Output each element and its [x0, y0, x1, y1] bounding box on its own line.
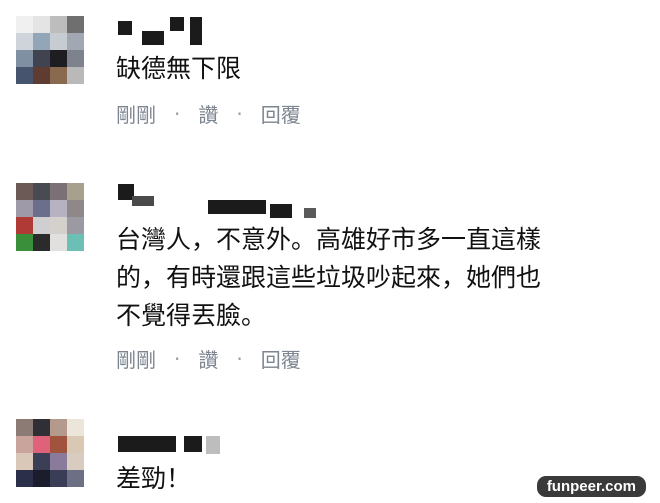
avatar-pixel [67, 50, 84, 67]
avatar-pixel [16, 67, 33, 84]
avatar-pixel [67, 419, 84, 436]
avatar-pixel [50, 234, 67, 251]
avatar-pixel [16, 470, 33, 487]
user-name-redacted[interactable] [118, 182, 328, 222]
avatar-pixel [50, 436, 67, 453]
avatar-pixel [67, 183, 84, 200]
avatar-pixel [67, 234, 84, 251]
avatar-pixel [33, 470, 50, 487]
avatar-pixel [50, 16, 67, 33]
avatar-pixel [33, 33, 50, 50]
avatar-pixel [67, 217, 84, 234]
avatar-pixel [16, 33, 33, 50]
user-name-redacted[interactable] [118, 432, 228, 456]
avatar-pixel [50, 217, 67, 234]
avatar-pixel [33, 183, 50, 200]
avatar-pixel [50, 67, 67, 84]
avatar-pixel [50, 470, 67, 487]
avatar-pixel [50, 33, 67, 50]
user-name-redacted[interactable] [118, 15, 208, 47]
avatar-pixel [16, 183, 33, 200]
avatar-pixel [16, 16, 33, 33]
separator: · [174, 346, 181, 371]
avatar-pixel [67, 453, 84, 470]
avatar-pixel [50, 183, 67, 200]
comment-text: 台灣人，不意外。高雄好市多一直這樣 的，有時還跟這些垃圾吵起來，她們也 不覺得丟… [116, 225, 542, 330]
avatar[interactable] [16, 16, 84, 84]
avatar-pixel [33, 200, 50, 217]
avatar-pixel [67, 436, 84, 453]
like-button[interactable]: 讚 [198, 99, 218, 128]
avatar-pixel [67, 200, 84, 217]
avatar-pixel [67, 16, 84, 33]
avatar-pixel [33, 217, 50, 234]
separator: · [174, 101, 181, 126]
avatar-pixel [16, 217, 33, 234]
timestamp[interactable]: 剛剛 [116, 344, 156, 373]
separator: · [236, 346, 243, 371]
avatar-pixel [33, 50, 50, 67]
avatar-pixel [50, 453, 67, 470]
comment-actions: 剛剛 · 讚 · 回覆 [116, 99, 301, 128]
avatar-pixel [67, 470, 84, 487]
comment-text: 缺德無下限 [116, 54, 242, 83]
comment-actions: 剛剛 · 讚 · 回覆 [116, 344, 301, 373]
avatar-pixel [16, 200, 33, 217]
avatar-pixel [33, 419, 50, 436]
timestamp[interactable]: 剛剛 [116, 99, 156, 128]
avatar-pixel [16, 453, 33, 470]
reply-button[interactable]: 回覆 [261, 99, 301, 128]
avatar-pixel [16, 436, 33, 453]
avatar-pixel [67, 67, 84, 84]
avatar-pixel [33, 436, 50, 453]
avatar-pixel [33, 16, 50, 33]
avatar-pixel [33, 234, 50, 251]
avatar[interactable] [16, 183, 84, 251]
avatar-pixel [33, 67, 50, 84]
separator: · [236, 101, 243, 126]
avatar-pixel [50, 419, 67, 436]
avatar-pixel [50, 50, 67, 67]
avatar-pixel [16, 50, 33, 67]
avatar[interactable] [16, 419, 84, 487]
avatar-pixel [33, 453, 50, 470]
like-button[interactable]: 讚 [198, 344, 218, 373]
reply-button[interactable]: 回覆 [261, 344, 301, 373]
avatar-pixel [50, 200, 67, 217]
avatar-pixel [16, 419, 33, 436]
watermark: funpeer.com [536, 476, 646, 497]
avatar-pixel [16, 234, 33, 251]
avatar-pixel [67, 33, 84, 50]
